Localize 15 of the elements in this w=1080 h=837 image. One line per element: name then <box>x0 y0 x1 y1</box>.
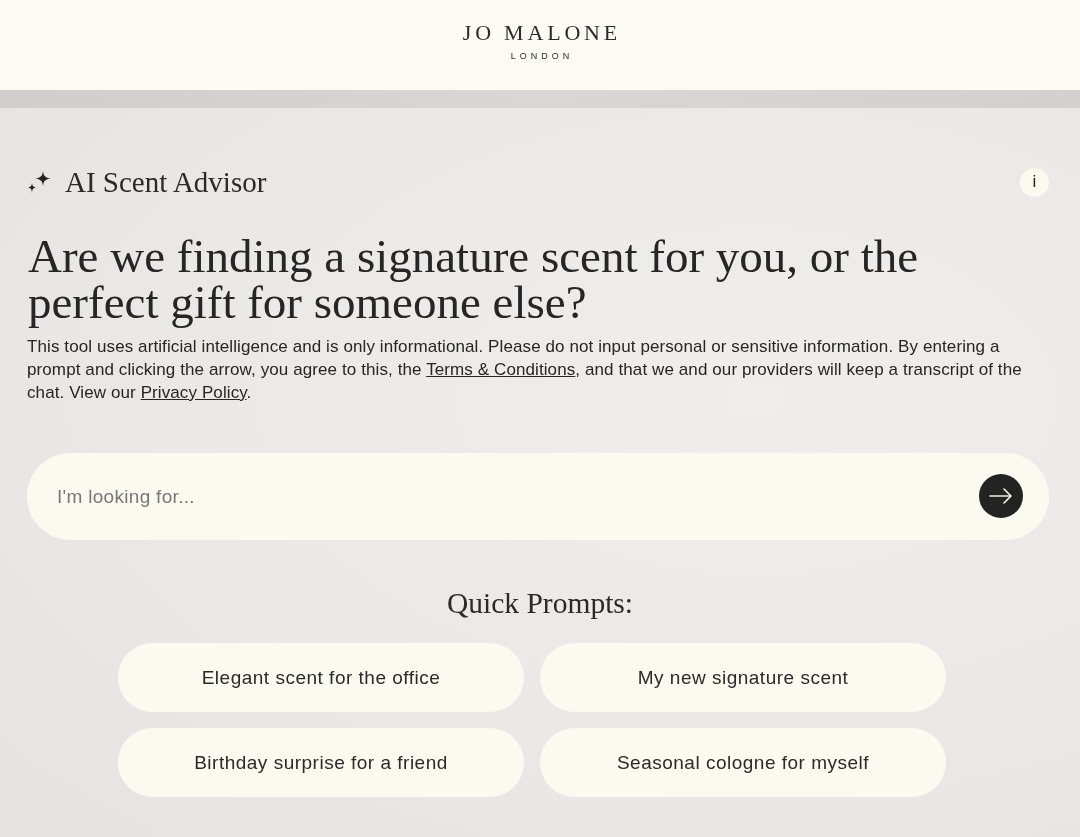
prompt-button[interactable]: Birthday surprise for a friend <box>118 728 524 797</box>
info-button[interactable]: i <box>1020 167 1049 197</box>
policy-link[interactable]: Terms & Conditions <box>426 360 576 379</box>
disclaimer-text: This tool uses artificial intelligence and is only informational. Please do not input personal or sensitive information. By entering a prompt and clicking the arrow, you agree to this, the Terms & Conditions, and that we and our providers will keep a transcript of the chat. View our Privacy Policy. <box>27 336 1023 404</box>
prompt-button[interactable]: Seasonal cologne for myself <box>540 728 946 797</box>
prompt-button[interactable]: Elegant scent for the office <box>118 643 524 712</box>
prompt-button[interactable]: My new signature scent <box>540 643 946 712</box>
arrow-right-icon <box>989 488 1013 504</box>
brand-tagline: LONDON <box>510 51 574 61</box>
advisor-title: AI Scent Advisor <box>65 166 267 198</box>
search-field[interactable]: I'm looking for... <box>27 453 1049 540</box>
quick-prompts-title: Quick Prompts: <box>446 586 634 620</box>
sparkle-icon <box>28 171 51 193</box>
policy-link[interactable]: Privacy Policy <box>140 383 247 402</box>
brand-logo[interactable]: JO MALONE <box>462 21 622 45</box>
